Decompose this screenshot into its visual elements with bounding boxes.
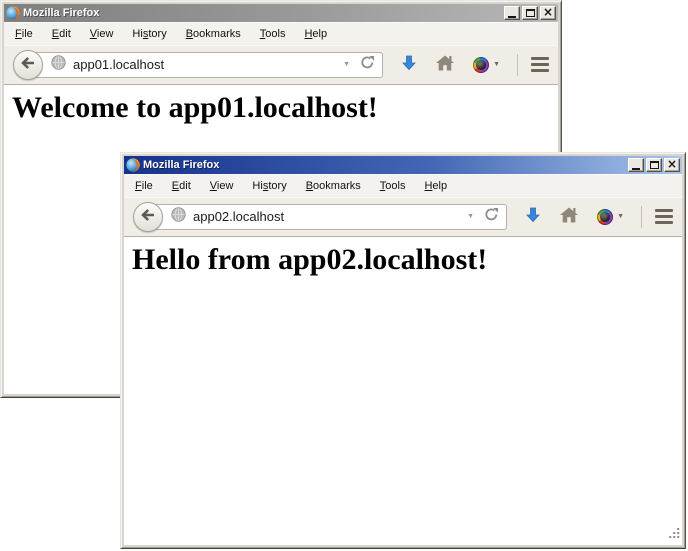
menu-edit[interactable]: Edit bbox=[46, 25, 77, 43]
search-engine-icon bbox=[473, 57, 489, 73]
menu-help[interactable]: Help bbox=[418, 177, 453, 195]
window-title: Mozilla Firefox bbox=[20, 7, 504, 19]
firefox-logo-icon[interactable] bbox=[6, 6, 20, 20]
url-input[interactable]: app02.localhost bbox=[193, 209, 467, 224]
page-heading: Hello from app02.localhost! bbox=[132, 243, 682, 277]
navigation-toolbar: app02.localhost ▼ ▼ bbox=[124, 197, 682, 237]
menu-panel-button[interactable] bbox=[531, 57, 549, 72]
download-arrow-icon bbox=[526, 207, 540, 226]
toolbar-separator bbox=[641, 206, 642, 228]
back-button[interactable] bbox=[13, 50, 43, 80]
maximize-button[interactable] bbox=[646, 158, 662, 172]
home-icon bbox=[560, 207, 578, 226]
chevron-down-icon: ▼ bbox=[493, 61, 500, 68]
menu-view[interactable]: View bbox=[204, 177, 240, 195]
url-input[interactable]: app01.localhost bbox=[73, 57, 343, 72]
menu-file[interactable]: File bbox=[9, 25, 39, 43]
navigation-toolbar: app01.localhost ▼ ▼ bbox=[4, 45, 558, 85]
menu-bar: File Edit View History Bookmarks Tools H… bbox=[4, 22, 558, 45]
home-icon bbox=[436, 55, 454, 74]
downloads-button[interactable] bbox=[526, 207, 540, 226]
menu-view[interactable]: View bbox=[84, 25, 120, 43]
menu-bookmarks[interactable]: Bookmarks bbox=[180, 25, 247, 43]
back-arrow-icon bbox=[20, 55, 36, 74]
search-engine-icon bbox=[597, 209, 613, 225]
chevron-down-icon: ▼ bbox=[617, 213, 624, 220]
close-button[interactable]: × bbox=[540, 6, 556, 20]
toolbar-separator bbox=[517, 54, 518, 76]
menu-tools[interactable]: Tools bbox=[374, 177, 412, 195]
maximize-icon bbox=[526, 9, 535, 17]
browser-window-app02: Mozilla Firefox × File Edit View History… bbox=[120, 152, 686, 549]
downloads-button[interactable] bbox=[402, 55, 416, 74]
page-content: Hello from app02.localhost! bbox=[124, 237, 682, 545]
window-title: Mozilla Firefox bbox=[140, 159, 628, 171]
back-arrow-icon bbox=[140, 207, 156, 226]
url-bar[interactable]: app02.localhost ▼ bbox=[147, 204, 507, 230]
minimize-icon bbox=[508, 16, 516, 18]
download-arrow-icon bbox=[402, 55, 416, 74]
titlebar[interactable]: Mozilla Firefox × bbox=[124, 156, 682, 174]
url-history-dropdown-icon[interactable]: ▼ bbox=[467, 213, 474, 220]
back-button[interactable] bbox=[133, 202, 163, 232]
minimize-icon bbox=[632, 168, 640, 170]
menu-history[interactable]: History bbox=[126, 25, 172, 43]
home-button[interactable] bbox=[436, 55, 454, 74]
reload-icon[interactable] bbox=[484, 207, 499, 227]
menu-file[interactable]: File bbox=[129, 177, 159, 195]
reload-icon[interactable] bbox=[360, 55, 375, 75]
titlebar[interactable]: Mozilla Firefox × bbox=[4, 4, 558, 22]
url-history-dropdown-icon[interactable]: ▼ bbox=[343, 61, 350, 68]
home-button[interactable] bbox=[560, 207, 578, 226]
menu-tools[interactable]: Tools bbox=[254, 25, 292, 43]
close-button[interactable]: × bbox=[664, 158, 680, 172]
globe-icon[interactable] bbox=[171, 207, 186, 227]
maximize-button[interactable] bbox=[522, 6, 538, 20]
menu-edit[interactable]: Edit bbox=[166, 177, 197, 195]
search-engine-button[interactable]: ▼ bbox=[473, 57, 500, 73]
menu-history[interactable]: History bbox=[246, 177, 292, 195]
hamburger-icon bbox=[531, 57, 549, 72]
menu-bookmarks[interactable]: Bookmarks bbox=[300, 177, 367, 195]
menu-panel-button[interactable] bbox=[655, 209, 673, 224]
menu-bar: File Edit View History Bookmarks Tools H… bbox=[124, 174, 682, 197]
maximize-icon bbox=[650, 161, 659, 169]
resize-grip[interactable] bbox=[668, 526, 681, 544]
close-icon: × bbox=[543, 6, 553, 18]
search-engine-button[interactable]: ▼ bbox=[597, 209, 624, 225]
globe-icon[interactable] bbox=[51, 55, 66, 75]
minimize-button[interactable] bbox=[504, 6, 520, 20]
minimize-button[interactable] bbox=[628, 158, 644, 172]
firefox-logo-icon[interactable] bbox=[126, 158, 140, 172]
close-icon: × bbox=[667, 158, 677, 170]
url-bar[interactable]: app01.localhost ▼ bbox=[27, 52, 383, 78]
page-heading: Welcome to app01.localhost! bbox=[12, 91, 558, 125]
hamburger-icon bbox=[655, 209, 673, 224]
menu-help[interactable]: Help bbox=[298, 25, 333, 43]
